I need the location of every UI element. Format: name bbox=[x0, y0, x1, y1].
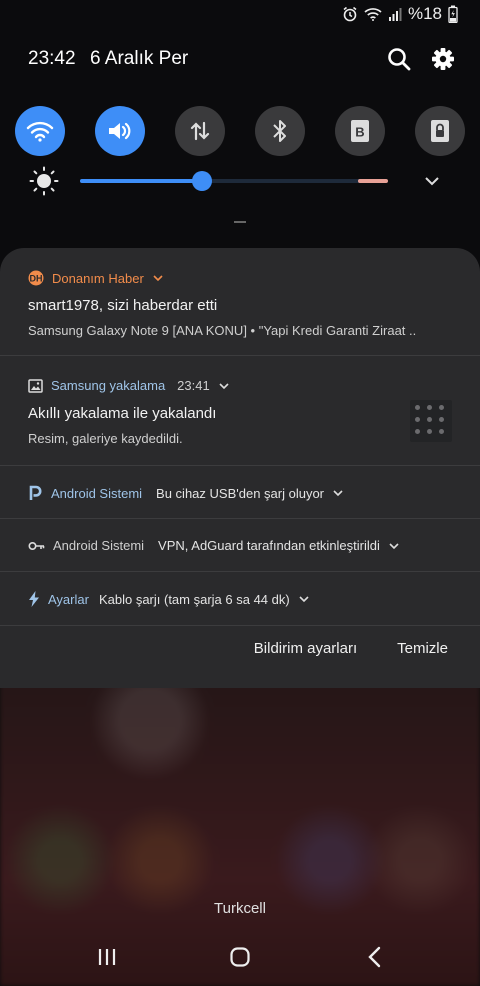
navigation-bar bbox=[0, 938, 480, 978]
carrier-label: Turkcell bbox=[214, 900, 266, 917]
blue-light-toggle[interactable]: B bbox=[335, 106, 385, 156]
sound-toggle[interactable] bbox=[95, 106, 145, 156]
notification-text: Samsung Galaxy Note 9 [ANA KONU] • "Yapi… bbox=[28, 323, 417, 338]
image-icon bbox=[28, 378, 43, 393]
notification-text: Bu cihaz USB'den şarj oluyor bbox=[156, 485, 324, 501]
notification-settings-button[interactable]: Bildirim ayarları bbox=[254, 640, 357, 657]
brightness-knob[interactable] bbox=[192, 171, 212, 191]
wifi-toggle[interactable] bbox=[15, 106, 65, 156]
clear-all-button[interactable]: Temizle bbox=[397, 640, 448, 657]
battery-charging-icon bbox=[448, 5, 458, 23]
app-name: Samsung yakalama bbox=[51, 378, 166, 393]
bluetooth-toggle[interactable] bbox=[255, 106, 305, 156]
quick-toggles: B bbox=[15, 106, 475, 158]
chevron-down-icon[interactable] bbox=[388, 540, 400, 552]
notification-donanim-haber[interactable]: DH Donanım Haber smart1978, sizi haberda… bbox=[0, 248, 480, 356]
lock-toggle[interactable] bbox=[415, 106, 465, 156]
gear-icon[interactable] bbox=[430, 46, 456, 72]
alarm-icon bbox=[343, 6, 357, 22]
back-icon[interactable] bbox=[366, 946, 384, 968]
svg-text:B: B bbox=[355, 125, 364, 140]
volume-icon bbox=[109, 122, 131, 140]
search-icon[interactable] bbox=[386, 46, 412, 72]
chevron-down-icon[interactable] bbox=[298, 593, 310, 605]
svg-text:DH: DH bbox=[30, 274, 43, 284]
brightness-slider[interactable] bbox=[80, 179, 385, 183]
status-bar: %18 bbox=[0, 0, 480, 28]
wifi-icon bbox=[364, 8, 382, 21]
lock-icon bbox=[431, 120, 449, 142]
notification-usb-charging[interactable]: Android Sistemi Bu cihaz USB'den şarj ol… bbox=[0, 466, 480, 519]
app-name: Android Sistemi bbox=[51, 485, 143, 501]
bluetooth-icon bbox=[273, 120, 286, 142]
brightness-row bbox=[28, 166, 458, 196]
lightning-icon bbox=[29, 591, 39, 607]
brightness-fill bbox=[80, 179, 202, 183]
donanim-haber-logo-icon: DH bbox=[28, 270, 44, 286]
app-name: Android Sistemi bbox=[53, 538, 145, 553]
home-button-icon[interactable] bbox=[229, 946, 251, 968]
notification-text: VPN, AdGuard tarafından etkinleştirildi bbox=[158, 538, 380, 553]
date-label[interactable]: 6 Aralık Per bbox=[90, 48, 188, 70]
screenshot-thumbnail[interactable] bbox=[410, 400, 452, 442]
notification-panel: DH Donanım Haber smart1978, sizi haberda… bbox=[0, 248, 480, 688]
quick-panel-header: 23:42 6 Aralık Per bbox=[28, 48, 456, 78]
usb-p-icon bbox=[29, 485, 42, 500]
chevron-down-icon[interactable] bbox=[332, 487, 344, 499]
wifi-icon bbox=[26, 121, 54, 142]
data-arrows-icon bbox=[190, 121, 210, 141]
notification-time: 23:41 bbox=[177, 378, 210, 393]
blue-light-icon: B bbox=[351, 120, 369, 142]
cell-signal-icon bbox=[388, 8, 402, 21]
brightness-sun-icon bbox=[29, 166, 59, 196]
chevron-down-icon[interactable] bbox=[218, 380, 230, 392]
clock[interactable]: 23:42 bbox=[28, 48, 76, 70]
notification-title: smart1978, sizi haberdar etti bbox=[28, 297, 218, 314]
app-name: Ayarlar bbox=[48, 591, 89, 607]
brightness-max-segment bbox=[358, 179, 388, 183]
notification-text: Kablo şarjı (tam şarja 6 sa 44 dk) bbox=[98, 591, 290, 607]
battery-percentage: %18 bbox=[407, 4, 442, 23]
app-name: Donanım Haber bbox=[52, 270, 144, 286]
drag-handle[interactable] bbox=[234, 221, 246, 223]
mobile-data-toggle[interactable] bbox=[175, 106, 225, 156]
recent-apps-icon[interactable] bbox=[96, 946, 118, 968]
notification-cable-charging[interactable]: Ayarlar Kablo şarjı (tam şarja 6 sa 44 d… bbox=[0, 572, 480, 626]
notification-vpn[interactable]: Android Sistemi VPN, AdGuard tarafından … bbox=[0, 519, 480, 572]
chevron-down-icon[interactable] bbox=[152, 272, 164, 284]
chevron-down-icon[interactable] bbox=[424, 174, 440, 188]
notification-actions: Bildirim ayarları Temizle bbox=[254, 640, 448, 657]
notification-text: Resim, galeriye kaydedildi. bbox=[28, 431, 183, 446]
notification-samsung-capture[interactable]: Samsung yakalama 23:41 Akıllı yakalama i… bbox=[0, 356, 480, 466]
notification-title: Akıllı yakalama ile yakalandı bbox=[28, 405, 217, 422]
key-icon bbox=[28, 541, 45, 550]
